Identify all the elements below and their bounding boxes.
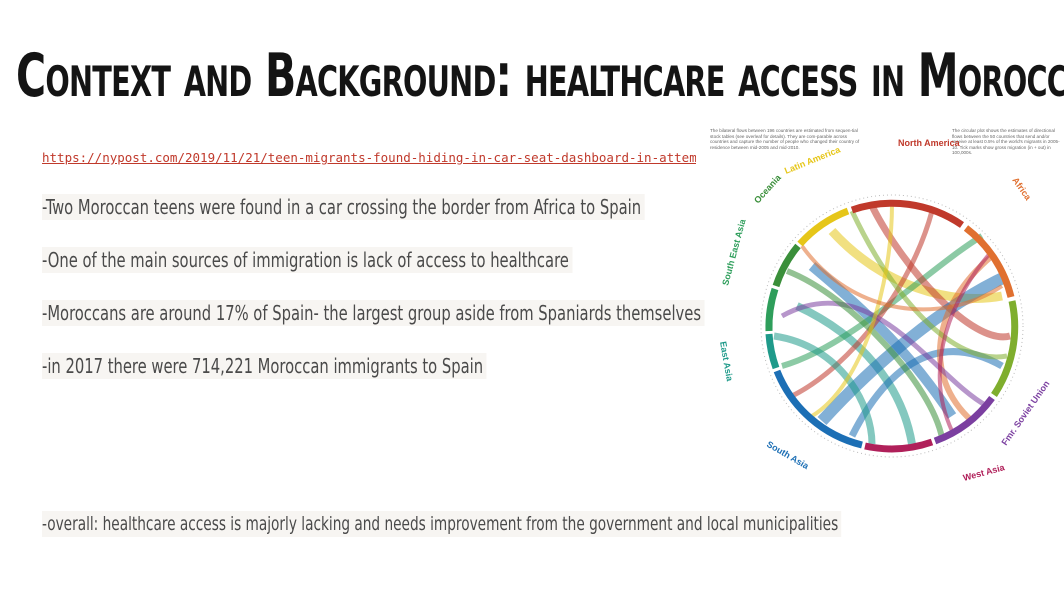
region-label: Oceania: [752, 172, 784, 205]
bullet-item: -One of the main sources of immigration …: [42, 247, 573, 273]
migration-flow-ribbons: [773, 203, 1011, 445]
migration-chord-image: The bilateral flows between 196 countrie…: [706, 126, 1064, 489]
region-label: Fmr. Soviet Union: [999, 379, 1051, 447]
summary-text: -overall: healthcare access is majorly l…: [42, 511, 842, 537]
region-label: West Asia: [962, 462, 1007, 483]
source-link[interactable]: https://nypost.com/2019/11/21/teen-migra…: [42, 150, 696, 165]
region-label: South East Asia: [720, 217, 748, 286]
chord-diagram-graphic: The bilateral flows between 196 countrie…: [710, 128, 1060, 483]
image-caption-right: The circular plot shows the estimates of…: [952, 128, 1060, 155]
region-label: East Asia: [718, 341, 735, 383]
region-label: South Asia: [765, 439, 811, 471]
region-label: North America: [898, 138, 961, 148]
bullet-item: -in 2017 there were 714,221 Moroccan imm…: [42, 353, 487, 379]
bullet-item: -Moroccans are around 17% of Spain- the …: [42, 300, 705, 326]
bullet-item: -Two Moroccan teens were found in a car …: [42, 194, 645, 220]
slide-title: Context and Background: healthcare acces…: [16, 41, 1064, 111]
region-label: Africa: [1010, 175, 1033, 202]
